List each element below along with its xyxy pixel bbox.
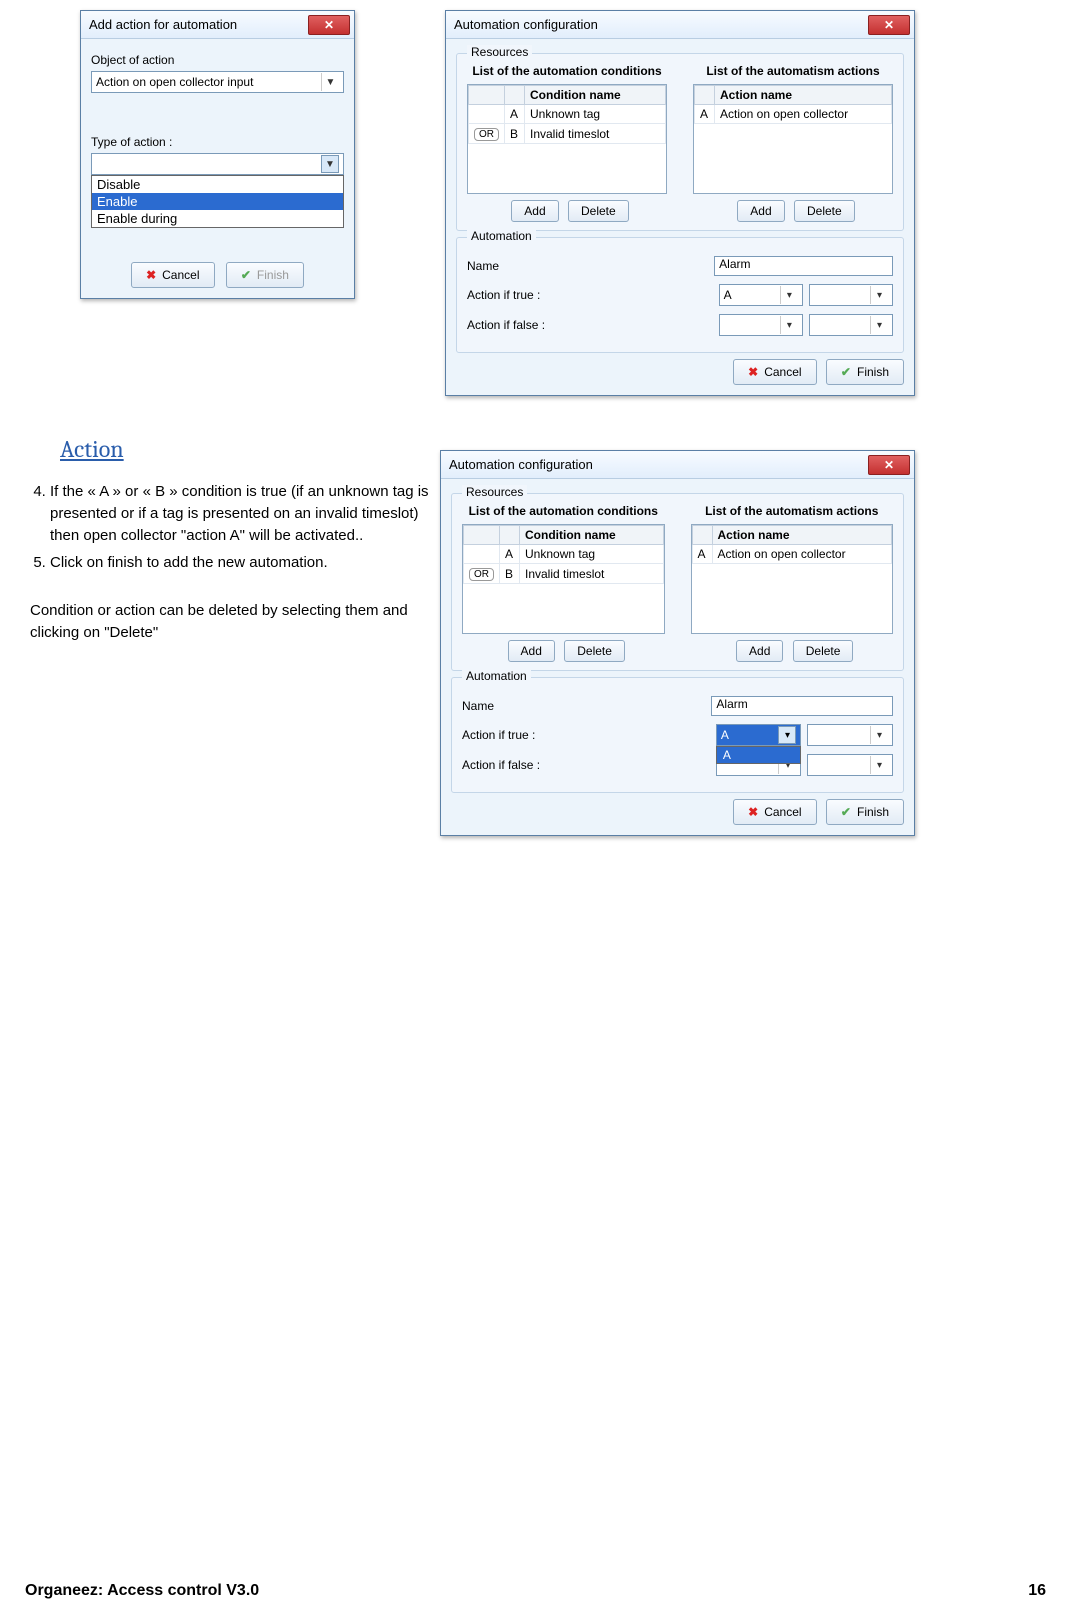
table-row: AUnknown tag [464, 545, 664, 564]
actions-table[interactable]: Action name AAction on open collector [693, 84, 893, 194]
false-action-combo-2[interactable]: ▾ [807, 754, 893, 776]
table-row: ORBInvalid timeslot [469, 124, 666, 144]
delete-action-button[interactable]: Delete [793, 640, 854, 662]
footer-left: Organeez: Access control V3.0 [25, 1582, 259, 1600]
add-action-button[interactable]: Add [736, 640, 783, 662]
resources-group: Resources List of the automation conditi… [456, 53, 904, 231]
cancel-button[interactable]: ✖Cancel [733, 799, 816, 825]
type-option-list[interactable]: Disable Enable Enable during [91, 175, 344, 228]
automation-group: Automation Name Alarm Action if true : A… [451, 677, 904, 793]
actions-column: List of the automatism actions Action na… [693, 64, 893, 222]
add-condition-button[interactable]: Add [508, 640, 555, 662]
finish-button[interactable]: ✔Finish [826, 359, 904, 385]
delete-condition-button[interactable]: Delete [568, 200, 629, 222]
object-label: Object of action [91, 53, 344, 67]
chevron-down-icon: ▾ [870, 286, 888, 304]
chevron-down-icon: ▾ [780, 316, 798, 334]
type-label: Type of action : [91, 135, 344, 149]
check-icon: ✔ [241, 268, 251, 282]
window-title: Add action for automation [89, 17, 237, 32]
finish-button[interactable]: ✔Finish [826, 799, 904, 825]
resources-group: Resources List of the automation conditi… [451, 493, 904, 671]
check-icon: ✔ [841, 805, 851, 819]
cancel-button[interactable]: ✖Cancel [733, 359, 816, 385]
dialog-automation-config-2: Automation configuration ✕ Resources Lis… [440, 450, 915, 836]
chevron-down-icon: ▼ [321, 73, 339, 91]
x-icon: ✖ [146, 268, 156, 282]
table-row: AUnknown tag [469, 105, 666, 124]
add-action-button[interactable]: Add [737, 200, 784, 222]
delete-note: Condition or action can be deleted by se… [30, 600, 430, 644]
object-combo[interactable]: Action on open collector input ▼ [91, 71, 344, 93]
actions-header: List of the automatism actions [691, 504, 894, 518]
titlebar: Automation configuration ✕ [446, 11, 914, 39]
delete-action-button[interactable]: Delete [794, 200, 855, 222]
conditions-column: List of the automation conditions Condit… [467, 64, 667, 222]
false-action-combo[interactable]: ▾ [719, 314, 803, 336]
page-number: 16 [1028, 1582, 1046, 1600]
true-label: Action if true : [467, 288, 577, 302]
chevron-down-icon: ▼ [321, 155, 339, 173]
true-action-dropdown[interactable]: A [716, 746, 802, 764]
automation-group: Automation Name Alarm Action if true : A… [456, 237, 904, 353]
dialog-add-action: Add action for automation ✕ Object of ac… [80, 10, 355, 299]
step-4: If the « A » or « B » condition is true … [50, 481, 430, 546]
option-disable[interactable]: Disable [92, 176, 343, 193]
chevron-down-icon: ▾ [870, 756, 888, 774]
resources-legend: Resources [467, 45, 532, 59]
step-5: Click on finish to add the new automatio… [50, 552, 430, 574]
conditions-table[interactable]: Condition name AUnknown tag ORBInvalid t… [467, 84, 667, 194]
dialog-automation-config-1: Automation configuration ✕ Resources Lis… [445, 10, 915, 396]
true-action-combo-2[interactable]: ▾ [807, 724, 893, 746]
x-icon: ✖ [748, 365, 758, 379]
titlebar: Add action for automation ✕ [81, 11, 354, 39]
close-icon[interactable]: ✕ [868, 15, 910, 35]
close-icon[interactable]: ✕ [868, 455, 910, 475]
chevron-down-icon: ▾ [870, 726, 888, 744]
close-icon[interactable]: ✕ [308, 15, 350, 35]
titlebar: Automation configuration ✕ [441, 451, 914, 479]
type-combo[interactable]: ▼ [91, 153, 344, 175]
x-icon: ✖ [748, 805, 758, 819]
option-enable[interactable]: Enable [92, 193, 343, 210]
true-action-combo-open[interactable]: A ▾ [716, 724, 802, 746]
table-row: AAction on open collector [692, 545, 892, 564]
window-title: Automation configuration [449, 457, 593, 472]
chevron-down-icon: ▾ [778, 726, 796, 744]
false-action-combo-2[interactable]: ▾ [809, 314, 893, 336]
name-input[interactable]: Alarm [714, 256, 893, 276]
false-label: Action if false : [467, 318, 577, 332]
option-enable-during[interactable]: Enable during [92, 210, 343, 227]
resources-legend: Resources [462, 485, 527, 499]
object-value: Action on open collector input [96, 75, 321, 89]
table-row: AAction on open collector [695, 105, 892, 124]
delete-condition-button[interactable]: Delete [564, 640, 625, 662]
true-action-combo-2[interactable]: ▾ [809, 284, 893, 306]
actions-table[interactable]: Action name AAction on open collector [691, 524, 894, 634]
finish-button[interactable]: ✔Finish [226, 262, 304, 288]
actions-header: List of the automatism actions [693, 64, 893, 78]
name-label: Name [467, 259, 577, 273]
chevron-down-icon: ▾ [870, 316, 888, 334]
cancel-button[interactable]: ✖Cancel [131, 262, 214, 288]
act-col-header: Action name [715, 86, 892, 105]
true-action-combo[interactable]: A▾ [719, 284, 803, 306]
conditions-header: List of the automation conditions [462, 504, 665, 518]
conditions-header: List of the automation conditions [467, 64, 667, 78]
or-pill: OR [474, 128, 499, 141]
conditions-table[interactable]: Condition name AUnknown tag ORBInvalid t… [462, 524, 665, 634]
chevron-down-icon: ▾ [780, 286, 798, 304]
cond-col-header: Condition name [525, 86, 666, 105]
name-input[interactable]: Alarm [711, 696, 893, 716]
check-icon: ✔ [841, 365, 851, 379]
add-condition-button[interactable]: Add [511, 200, 558, 222]
section-heading: Action [60, 435, 435, 463]
automation-legend: Automation [467, 229, 536, 243]
dropdown-option-a[interactable]: A [717, 747, 801, 763]
window-title: Automation configuration [454, 17, 598, 32]
table-row: ORBInvalid timeslot [464, 564, 664, 584]
